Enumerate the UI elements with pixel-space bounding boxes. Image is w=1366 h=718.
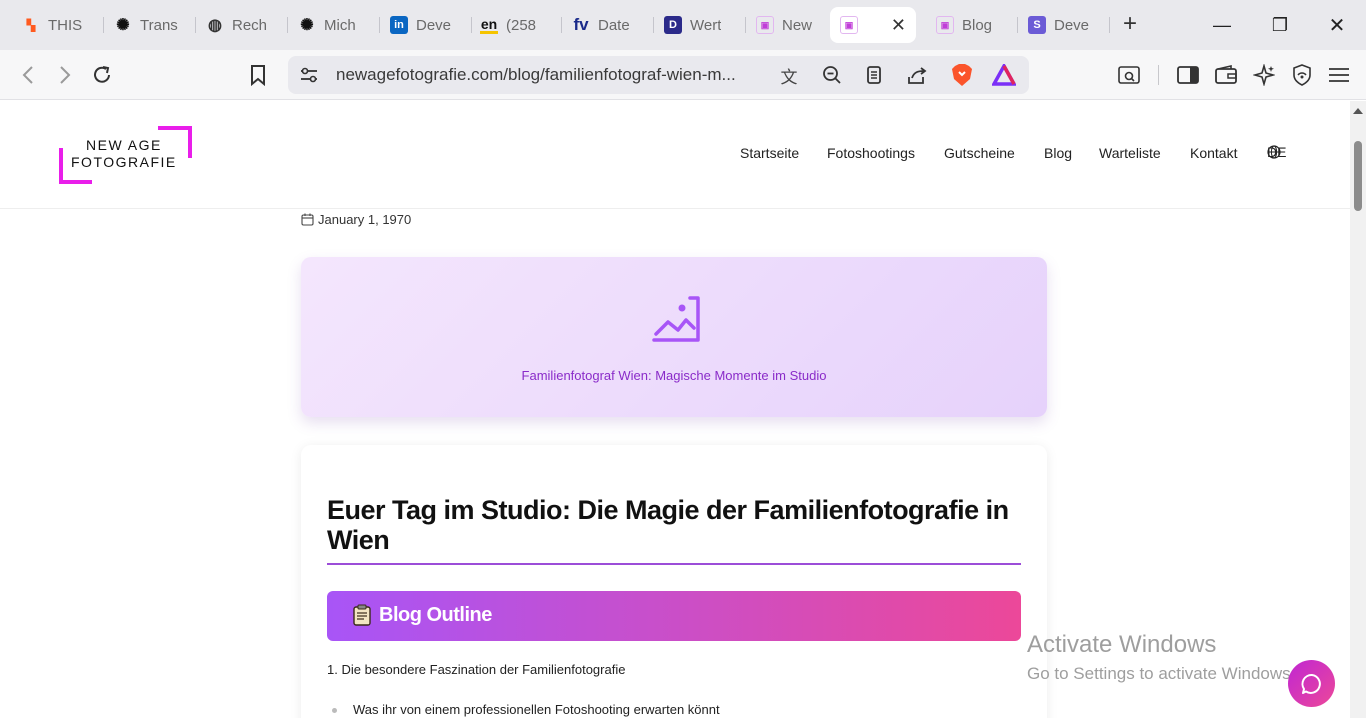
tab-title: Mich [324, 16, 356, 34]
browser-toolbar: newagefotografie.com/blog/familienfotogr… [0, 50, 1366, 100]
tab-2[interactable]: ✺ Trans [104, 7, 196, 43]
reload-icon[interactable] [89, 62, 115, 88]
page-scrollbar[interactable] [1350, 101, 1366, 718]
tab-title: THIS [48, 16, 83, 34]
tab-title: Deve [1054, 16, 1090, 34]
tab-title: Trans [140, 16, 178, 34]
nav-blog[interactable]: Blog [1044, 145, 1072, 161]
bullet-dot [332, 708, 337, 713]
toolbar-divider [1158, 65, 1159, 85]
globe-icon: ◍ [208, 17, 222, 34]
tab-6[interactable]: en (258 [470, 7, 562, 43]
site-settings-icon[interactable] [296, 62, 322, 88]
title-underline [327, 563, 1021, 565]
nav-warteliste[interactable]: Warteliste [1099, 145, 1161, 161]
newage-icon: ▣ [936, 16, 954, 34]
image-placeholder-icon [652, 296, 700, 342]
tab-title: (258 [506, 16, 537, 34]
post-date-text: January 1, 1970 [318, 212, 412, 227]
web-page: NEW AGE FOTOGRAFIE Startseite Fotoshooti… [0, 101, 1350, 718]
activate-windows-title: Activate Windows [1027, 631, 1217, 658]
translate-icon[interactable]: 文 [776, 62, 802, 88]
share-icon[interactable] [904, 62, 930, 88]
language-label: DE [1267, 144, 1287, 160]
s-icon: S [1028, 16, 1046, 34]
fv-icon: fv [573, 15, 589, 34]
blog-outline-banner: Blog Outline [327, 591, 1021, 641]
wallet-icon[interactable] [1213, 62, 1239, 88]
openai-icon: ✺ [300, 17, 314, 34]
tab-8[interactable]: D Wert [654, 7, 746, 43]
post-content-card: Euer Tag im Studio: Die Magie der Famili… [301, 445, 1047, 718]
tab-title: Date [598, 16, 630, 34]
post-title: Euer Tag im Studio: Die Magie der Famili… [327, 495, 1009, 555]
newage-icon: ▣ [840, 16, 858, 34]
scroll-thumb[interactable] [1354, 141, 1362, 211]
tab-9[interactable]: ▣ New [746, 7, 838, 43]
tab-title: Wert [690, 16, 722, 34]
forward-icon[interactable] [52, 62, 78, 88]
tab-title: Deve [416, 16, 452, 34]
tab-title: Rech [232, 16, 268, 34]
nav-fotoshootings[interactable]: Fotoshootings [827, 145, 915, 161]
nav-startseite[interactable]: Startseite [740, 145, 799, 161]
hero-image-placeholder: Familienfotograf Wien: Magische Momente … [301, 257, 1047, 417]
openai-icon: ✺ [116, 17, 130, 34]
tab-4[interactable]: ✺ Mich [288, 7, 380, 43]
d-icon: D [664, 16, 682, 34]
hero-caption: Familienfotograf Wien: Magische Momente … [521, 368, 827, 383]
tab-bar: ▚ THIS ✺ Trans ◍ Rech ✺ Mich in Deve en … [0, 0, 1366, 50]
zoom-out-icon[interactable] [819, 62, 845, 88]
activate-windows-subtitle: Go to Settings to activate Windows. [1027, 664, 1296, 683]
site-header: NEW AGE FOTOGRAFIE Startseite Fotoshooti… [0, 101, 1350, 209]
blog-outline-title: Blog Outline [379, 604, 492, 626]
menu-icon[interactable] [1326, 62, 1352, 88]
tab-7[interactable]: fv Date [562, 7, 654, 43]
calendar-icon [301, 213, 314, 226]
post-date: January 1, 1970 [301, 212, 411, 227]
close-window-icon[interactable]: ✕ [1308, 0, 1366, 50]
scroll-up-arrow[interactable] [1353, 108, 1363, 114]
outline-item-1: 1. Die besondere Faszination der Familie… [327, 662, 626, 677]
sidebar-icon[interactable] [1175, 62, 1201, 88]
back-icon[interactable] [15, 62, 41, 88]
linkedin-icon: in [390, 16, 408, 34]
close-tab-icon[interactable]: ✕ [891, 15, 906, 36]
orange-grid-icon: ▚ [26, 19, 36, 32]
nav-gutscheine[interactable]: Gutscheine [944, 145, 1015, 161]
tab-3[interactable]: ◍ Rech [196, 7, 288, 43]
language-switcher[interactable]: DE [1267, 144, 1287, 160]
nav-kontakt[interactable]: Kontakt [1190, 145, 1237, 161]
tab-12[interactable]: S Deve [1018, 7, 1110, 43]
url-text[interactable]: newagefotografie.com/blog/familienfotogr… [336, 65, 736, 85]
en-icon: en [480, 16, 498, 34]
chat-bubble-icon [1300, 673, 1321, 694]
address-bar[interactable]: newagefotografie.com/blog/familienfotogr… [288, 56, 1029, 94]
leo-search-icon[interactable] [1116, 62, 1142, 88]
logo-line-1: NEW AGE [86, 137, 162, 153]
bookmark-icon[interactable] [245, 62, 271, 88]
tab-title: New [782, 16, 813, 34]
brave-shield-icon[interactable] [949, 62, 975, 88]
newage-icon: ▣ [756, 16, 774, 34]
brave-rewards-icon[interactable] [991, 62, 1017, 88]
minimize-icon[interactable]: — [1193, 0, 1251, 50]
tab-5[interactable]: in Deve [380, 7, 472, 43]
site-logo[interactable]: NEW AGE FOTOGRAFIE [58, 126, 194, 184]
vpn-icon[interactable] [1289, 62, 1315, 88]
leo-ai-icon[interactable] [1251, 62, 1277, 88]
tab-1[interactable]: ▚ THIS [12, 7, 104, 43]
reader-icon[interactable] [861, 62, 887, 88]
new-tab-icon[interactable]: + [1110, 10, 1150, 38]
tab-title: Blog [962, 16, 993, 34]
restore-icon[interactable]: ❐ [1251, 0, 1309, 50]
tab-active[interactable]: ▣ ✕ [830, 7, 916, 43]
chat-button[interactable] [1288, 660, 1335, 707]
clipboard-icon [353, 604, 371, 626]
logo-line-2: FOTOGRAFIE [71, 154, 177, 170]
tab-11[interactable]: ▣ Blog [926, 7, 1018, 43]
outline-bullet-1: Was ihr von einem professionellen Fotosh… [353, 702, 720, 717]
